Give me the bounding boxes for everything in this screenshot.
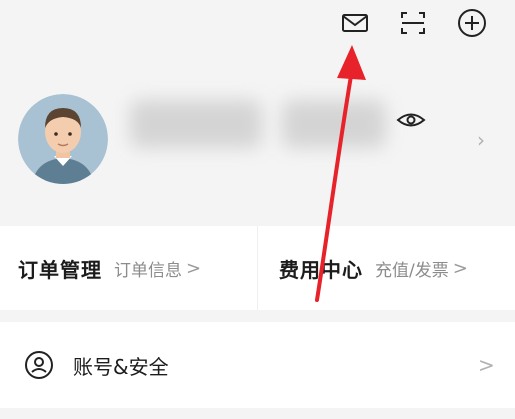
- scan-icon[interactable]: [396, 6, 430, 40]
- add-icon[interactable]: [455, 6, 489, 40]
- avatar[interactable]: [18, 94, 108, 184]
- chevron-right-icon: >: [478, 353, 495, 377]
- billing-title: 费用中心: [279, 257, 363, 282]
- blurred-username: [130, 100, 262, 148]
- divider: [257, 226, 258, 310]
- menu-item-label: 账号&安全: [73, 355, 169, 379]
- profile-section[interactable]: ›: [0, 80, 515, 220]
- quick-cards: 订单管理 订单信息 > 费用中心 充值/发票 >: [0, 226, 515, 310]
- chevron-right-icon: >: [186, 257, 202, 279]
- top-bar: [0, 0, 515, 52]
- eye-icon[interactable]: [396, 108, 426, 132]
- blurred-account-info: [282, 100, 386, 148]
- mail-icon[interactable]: [338, 6, 372, 40]
- profile-chevron-icon[interactable]: ›: [477, 130, 485, 150]
- billing-card[interactable]: 费用中心 充值/发票 >: [279, 226, 468, 310]
- chevron-right-icon: >: [452, 257, 468, 279]
- billing-subtitle: 充值/发票: [375, 260, 449, 281]
- orders-title: 订单管理: [18, 257, 102, 282]
- menu-item-account-security[interactable]: 账号&安全 >: [0, 322, 515, 408]
- orders-card[interactable]: 订单管理 订单信息 >: [18, 226, 201, 310]
- orders-subtitle: 订单信息: [114, 260, 182, 281]
- user-circle-icon: [24, 350, 54, 380]
